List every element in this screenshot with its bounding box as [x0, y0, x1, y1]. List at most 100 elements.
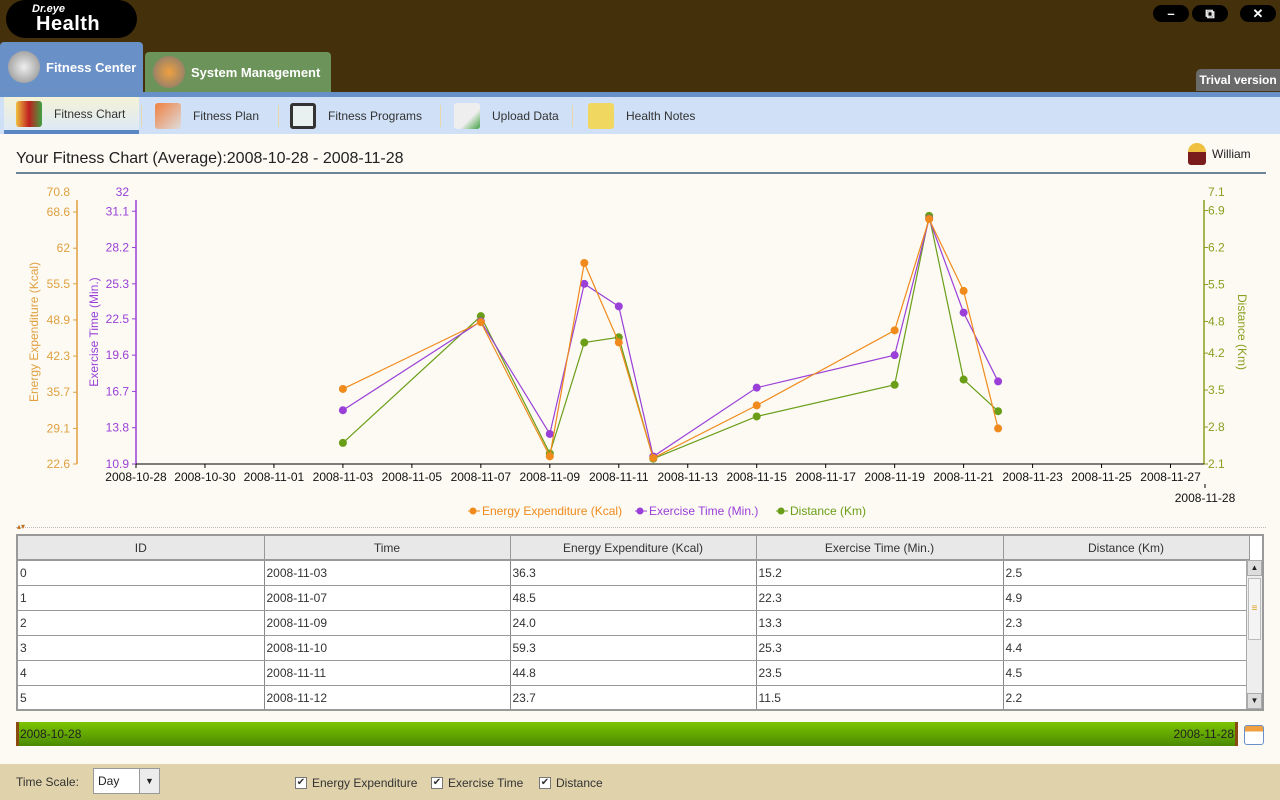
- data-point: [545, 429, 554, 438]
- data-point: [959, 308, 968, 317]
- x-tick-label: 2008-11-25: [1071, 470, 1132, 484]
- calendar-icon[interactable]: [1244, 725, 1264, 745]
- y-tick-label: 19.6: [106, 348, 130, 362]
- y-tick-label: 4.8: [1208, 314, 1225, 328]
- checkbox-checked-icon[interactable]: ✔: [431, 777, 443, 789]
- table-cell: 4: [18, 660, 265, 686]
- table-cell: 22.3: [756, 585, 1004, 611]
- close-button[interactable]: ✕: [1240, 5, 1276, 22]
- subnav-health-notes[interactable]: Health Notes: [576, 97, 711, 134]
- tab-system-management[interactable]: System Management: [145, 52, 331, 92]
- time-scale-select[interactable]: Day ▼: [93, 768, 160, 794]
- column-header[interactable]: Distance (Km): [1003, 536, 1250, 561]
- table-row[interactable]: 0 2008-11-03 36.3 15.2 2.5: [18, 560, 1250, 586]
- column-header[interactable]: ID: [18, 536, 265, 561]
- tab-fitness-center[interactable]: Fitness Center: [0, 42, 143, 92]
- table-cell: 2008-11-10: [264, 635, 511, 661]
- splitter-arrows-icon[interactable]: ▴▾: [17, 522, 25, 531]
- column-header[interactable]: Exercise Time (Min.): [756, 536, 1004, 561]
- table-cell: 24.0: [510, 610, 757, 636]
- y-tick-label: 22.5: [106, 312, 130, 326]
- sub-navigation: Fitness Chart Fitness Plan Fitness Progr…: [0, 92, 1280, 134]
- checkbox-checked-icon[interactable]: ✔: [539, 777, 551, 789]
- energy-expenditure-checkbox[interactable]: ✔ Energy Expenditure: [295, 776, 417, 790]
- x-tick-label: 2008-11-27: [1140, 470, 1201, 484]
- table-row[interactable]: 3 2008-11-10 59.3 25.3 4.4: [18, 635, 1250, 661]
- data-point: [580, 258, 589, 267]
- x-tick-label: 2008-11-13: [657, 470, 718, 484]
- table-cell: 44.8: [510, 660, 757, 686]
- subnav-fitness-chart[interactable]: Fitness Chart: [4, 97, 139, 134]
- checkbox-label: Distance: [556, 776, 603, 790]
- table-cell: 15.2: [756, 560, 1004, 586]
- minimize-button[interactable]: –: [1153, 5, 1189, 22]
- x-tick-label: 2008-11-19: [864, 470, 925, 484]
- y-tick-label: 28.2: [106, 241, 130, 255]
- restore-button[interactable]: ⧉: [1192, 5, 1228, 22]
- tab-label: Fitness Center: [46, 59, 137, 75]
- note-icon: [588, 102, 614, 129]
- table-row[interactable]: 4 2008-11-11 44.8 23.5 4.5: [18, 660, 1250, 686]
- range-end: 2008-11-28: [1173, 727, 1235, 741]
- table-row[interactable]: 2 2008-11-09 24.0 13.3 2.3: [18, 610, 1250, 636]
- range-start: 2008-10-28: [20, 727, 82, 741]
- series-line: [342, 216, 999, 458]
- bottom-toolbar: Time Scale:: [0, 764, 1280, 800]
- data-point: [580, 338, 589, 347]
- column-header[interactable]: Time: [264, 536, 511, 561]
- user-badge: William: [1188, 143, 1251, 165]
- table-cell: 1: [18, 585, 265, 611]
- logo-text-main: Health: [36, 13, 101, 35]
- series-line: [342, 215, 999, 460]
- x-tick-label: 2008-11-05: [382, 470, 443, 484]
- checkbox-label: Energy Expenditure: [312, 776, 418, 790]
- splitter[interactable]: [16, 527, 1266, 528]
- y-axis-title: Distance (Km): [1235, 294, 1249, 370]
- date-range-slider[interactable]: 2008-10-28 2008-11-28: [16, 722, 1238, 746]
- data-point: [338, 438, 347, 447]
- table-cell: 23.7: [510, 685, 757, 709]
- minimize-icon: –: [1167, 6, 1175, 21]
- data-point: [994, 377, 1003, 386]
- y-tick-label: 48.9: [47, 313, 71, 327]
- chevron-down-icon[interactable]: ▼: [139, 769, 159, 793]
- table-cell: 13.3: [756, 610, 1004, 636]
- data-table: ID Time Energy Expenditure (Kcal) Exercise …: [16, 534, 1264, 711]
- data-point: [614, 302, 623, 311]
- y-tick-label: 6.2: [1208, 241, 1225, 255]
- scroll-thumb[interactable]: ≡: [1248, 578, 1261, 640]
- y-tick-label: 29.1: [47, 421, 71, 435]
- subnav-fitness-plan[interactable]: Fitness Plan: [143, 97, 278, 134]
- x-tick-label: 2008-11-23: [1002, 470, 1063, 484]
- table-row[interactable]: 5 2008-11-12 23.7 11.5 2.2: [18, 685, 1250, 709]
- table-cell: 4.9: [1003, 585, 1250, 611]
- table-row[interactable]: 1 2008-11-07 48.5 22.3 4.9: [18, 585, 1250, 611]
- table-cell: 5: [18, 685, 265, 709]
- divider: [440, 105, 441, 127]
- y-axis-max-label: 32: [116, 185, 130, 199]
- exercise-time-checkbox[interactable]: ✔ Exercise Time: [431, 776, 523, 790]
- distance-checkbox[interactable]: ✔ Distance: [539, 776, 603, 790]
- y-axis-max-label: 7.1: [1208, 185, 1225, 199]
- table-cell: 4.5: [1003, 660, 1250, 686]
- time-scale-value: Day: [98, 774, 120, 788]
- scroll-up-button[interactable]: ▲: [1247, 560, 1262, 576]
- data-point: [476, 318, 485, 327]
- table-cell: 59.3: [510, 635, 757, 661]
- data-point: [338, 384, 347, 393]
- subnav-upload-data[interactable]: Upload Data: [442, 97, 572, 134]
- vertical-scrollbar[interactable]: ▲ ≡ ▼: [1246, 560, 1262, 709]
- y-tick-label: 3.5: [1208, 383, 1225, 397]
- divider: [141, 105, 142, 127]
- table-cell: 2008-11-03: [264, 560, 511, 586]
- table-cell: 23.5: [756, 660, 1004, 686]
- scroll-down-button[interactable]: ▼: [1247, 693, 1262, 709]
- subnav-label: Health Notes: [626, 108, 696, 123]
- data-point: [925, 215, 934, 224]
- table-header-row: ID Time Energy Expenditure (Kcal) Exercise …: [18, 536, 1250, 561]
- y-tick-label: 25.3: [106, 277, 130, 291]
- checkbox-checked-icon[interactable]: ✔: [295, 777, 307, 789]
- table-cell: 4.4: [1003, 635, 1250, 661]
- column-header[interactable]: Energy Expenditure (Kcal): [510, 536, 757, 561]
- subnav-fitness-programs[interactable]: Fitness Programs: [278, 97, 440, 134]
